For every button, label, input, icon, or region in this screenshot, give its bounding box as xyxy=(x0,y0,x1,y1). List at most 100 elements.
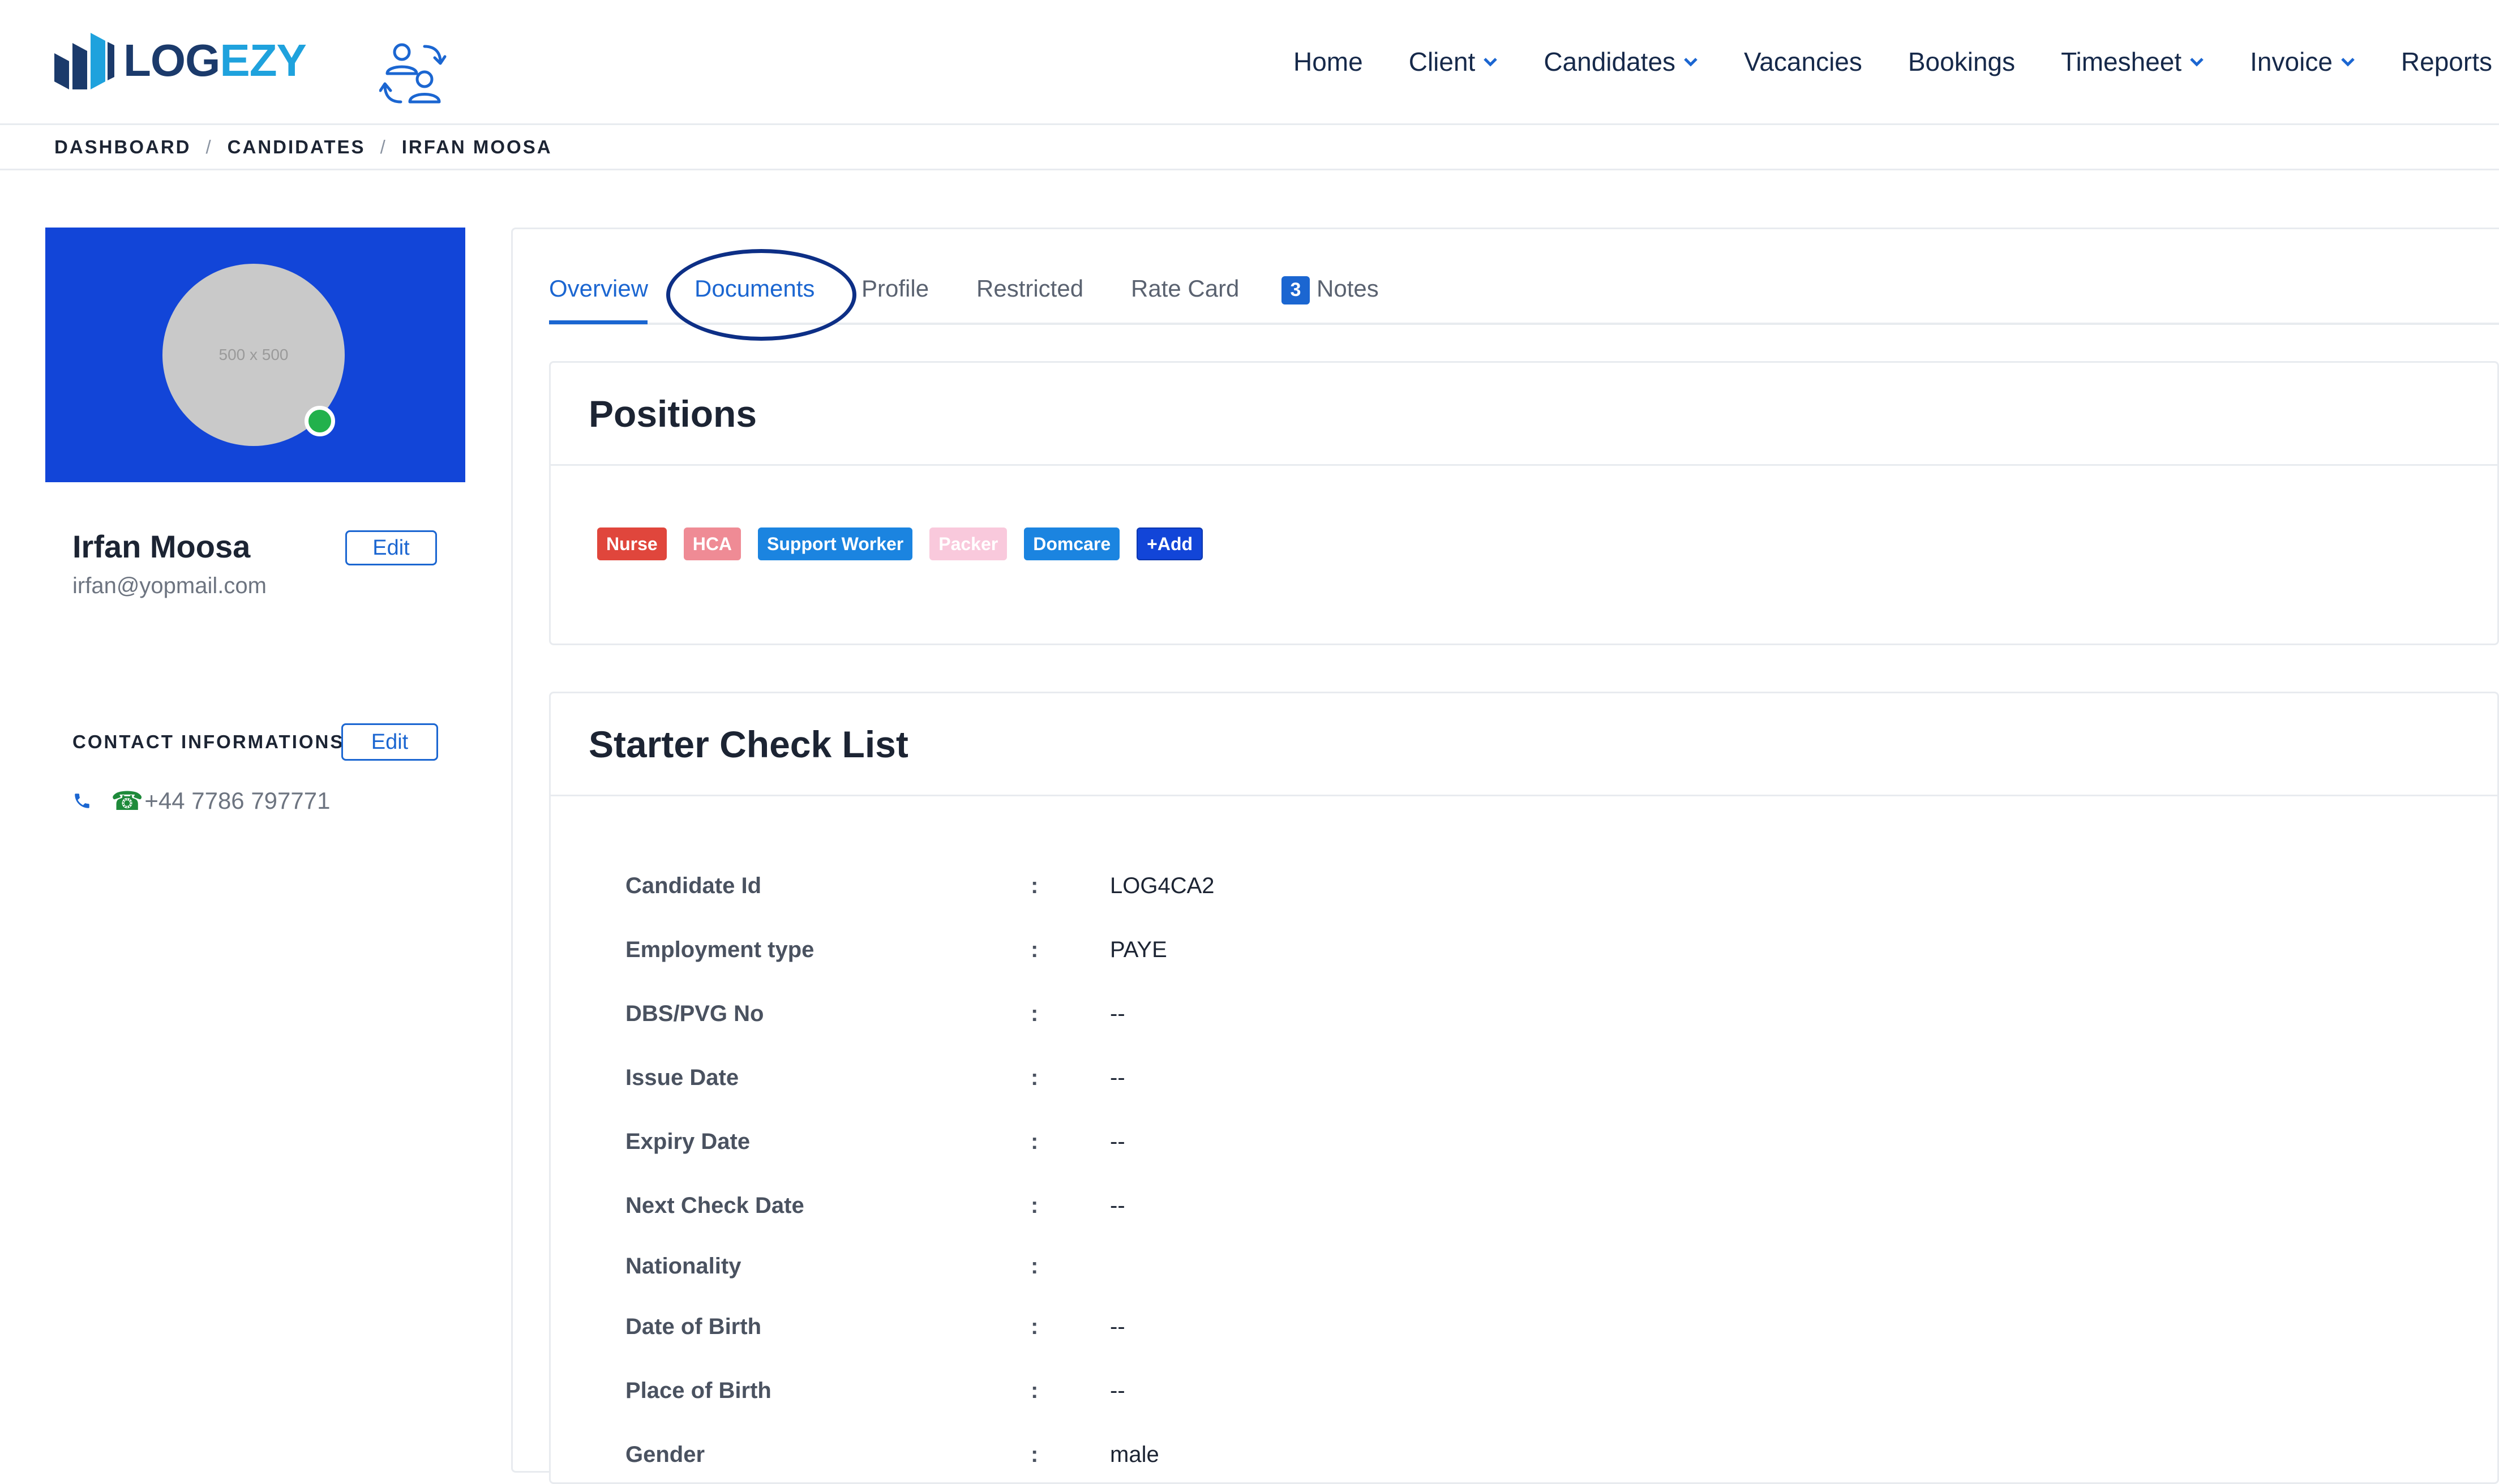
chevron-down-icon xyxy=(2190,58,2204,67)
tab-notes-label: Notes xyxy=(1317,275,1379,302)
row-colon: : xyxy=(1031,1193,1039,1218)
logo-text-ezy: EZY xyxy=(220,35,307,85)
starter-checklist-card: Starter Check List Candidate Id: LOG4CA2 … xyxy=(549,692,2499,1484)
profile-cover: 500 x 500 xyxy=(45,228,465,482)
online-status-indicator xyxy=(305,406,335,436)
tab-rate-card[interactable]: Rate Card xyxy=(1131,275,1239,302)
row-label: Date of Birth xyxy=(625,1314,761,1339)
tab-notes[interactable]: 3 Notes xyxy=(1281,275,1379,304)
row-label: Place of Birth xyxy=(625,1378,771,1403)
nav-label: Home xyxy=(1293,47,1363,76)
row-label: Issue Date xyxy=(625,1065,739,1090)
nav-home[interactable]: Home xyxy=(1293,46,1363,77)
row-colon: : xyxy=(1031,1253,1039,1279)
row-value: -- xyxy=(1110,1314,1125,1339)
candidate-tabs: Overview Documents Profile Restricted Ra… xyxy=(549,256,2499,325)
candidate-name: Irfan Moosa xyxy=(72,529,251,564)
breadcrumb-current: IRFAN MOOSA xyxy=(401,136,552,157)
telephone-icon: ☎ xyxy=(111,786,144,816)
avatar-placeholder-text: 500 x 500 xyxy=(218,346,289,363)
nav-label: Bookings xyxy=(1908,47,2016,76)
edit-profile-button[interactable]: Edit xyxy=(345,530,437,565)
position-tag-packer[interactable]: Packer xyxy=(929,527,1008,560)
row-colon: : xyxy=(1031,937,1039,962)
position-tag-nurse[interactable]: Nurse xyxy=(597,527,667,560)
breadcrumb: DASHBOARD / CANDIDATES / IRFAN MOOSA xyxy=(0,125,2499,170)
switch-user-icon[interactable] xyxy=(379,40,447,110)
checklist-row-nationality: Nationality: xyxy=(625,1249,1110,1283)
chevron-down-icon xyxy=(1484,58,1498,67)
tab-overview[interactable]: Overview xyxy=(549,275,648,302)
row-label: Nationality xyxy=(625,1253,741,1279)
checklist-row-dbs-pvg-no: DBS/PVG No: -- xyxy=(625,997,1125,1031)
position-tags: Nurse HCA Support Worker Packer Domcare … xyxy=(597,527,1220,560)
logezy-logo[interactable]: LOGEZY xyxy=(51,29,307,92)
row-value: male xyxy=(1110,1442,1159,1467)
row-value: -- xyxy=(1110,1001,1125,1026)
checklist-row-expiry-date: Expiry Date: -- xyxy=(625,1125,1125,1159)
nav-label: Invoice xyxy=(2250,47,2333,76)
row-colon: : xyxy=(1031,1065,1039,1090)
logo-text-log: LOG xyxy=(123,35,220,85)
nav-label: Client xyxy=(1408,47,1476,76)
checklist-row-date-of-birth: Date of Birth: -- xyxy=(625,1310,1125,1344)
edit-contact-button[interactable]: Edit xyxy=(341,723,438,761)
phone-icon xyxy=(75,794,89,808)
position-tag-support-worker[interactable]: Support Worker xyxy=(758,527,913,560)
row-colon: : xyxy=(1031,1129,1039,1154)
contact-informations-heading: CONTACT INFORMATIONS xyxy=(72,731,345,752)
notes-count-badge: 3 xyxy=(1281,276,1310,304)
nav-label: Vacancies xyxy=(1744,47,1862,76)
phone-row: ☎ +44 7786 797771 xyxy=(72,786,330,816)
nav-vacancies[interactable]: Vacancies xyxy=(1744,46,1862,77)
active-tab-indicator xyxy=(549,320,648,324)
candidate-email: irfan@yopmail.com xyxy=(72,573,267,598)
chevron-down-icon xyxy=(2341,58,2355,67)
nav-invoice[interactable]: Invoice xyxy=(2250,46,2355,77)
row-colon: : xyxy=(1031,1001,1039,1026)
nav-reports[interactable]: Reports xyxy=(2401,46,2492,77)
positions-title: Positions xyxy=(551,363,2497,466)
tab-documents[interactable]: Documents xyxy=(695,275,815,302)
breadcrumb-dashboard[interactable]: DASHBOARD xyxy=(54,136,191,158)
checklist-title: Starter Check List xyxy=(551,693,2497,796)
nav-client[interactable]: Client xyxy=(1409,46,1498,77)
row-label: Next Check Date xyxy=(625,1193,804,1218)
position-tag-hca[interactable]: HCA xyxy=(683,527,741,560)
row-colon: : xyxy=(1031,873,1039,898)
chevron-down-icon xyxy=(1684,58,1698,67)
nav-candidates[interactable]: Candidates xyxy=(1544,46,1698,77)
row-value: -- xyxy=(1110,1193,1125,1218)
checklist-row-employment-type: Employment type: PAYE xyxy=(625,933,1167,967)
tab-restricted[interactable]: Restricted xyxy=(976,275,1083,302)
nav-label: Candidates xyxy=(1544,47,1676,76)
checklist-row-next-check-date: Next Check Date: -- xyxy=(625,1189,1125,1223)
nav-label: Timesheet xyxy=(2061,47,2182,76)
checklist-row-candidate-id: Candidate Id: LOG4CA2 xyxy=(625,869,1215,903)
row-value: LOG4CA2 xyxy=(1110,873,1215,898)
row-colon: : xyxy=(1031,1378,1039,1403)
row-colon: : xyxy=(1031,1442,1039,1467)
row-value: -- xyxy=(1110,1378,1125,1403)
nav-label: Reports xyxy=(2401,47,2492,76)
row-label: Employment type xyxy=(625,937,815,962)
breadcrumb-separator: / xyxy=(380,136,387,157)
checklist-row-issue-date: Issue Date: -- xyxy=(625,1061,1125,1095)
row-value: PAYE xyxy=(1110,937,1167,962)
top-header: LOGEZY Home Client Candidates Vacancies … xyxy=(0,0,2499,125)
positions-card: Positions Nurse HCA Support Worker Packe… xyxy=(549,361,2499,645)
nav-bookings[interactable]: Bookings xyxy=(1908,46,2015,77)
breadcrumb-separator: / xyxy=(205,136,213,157)
row-label: Gender xyxy=(625,1442,705,1467)
tab-profile[interactable]: Profile xyxy=(861,275,929,302)
breadcrumb-candidates[interactable]: CANDIDATES xyxy=(228,136,366,158)
row-label: Candidate Id xyxy=(625,873,762,898)
phone-number[interactable]: +44 7786 797771 xyxy=(144,787,330,814)
nav-timesheet[interactable]: Timesheet xyxy=(2061,46,2204,77)
position-tag-domcare[interactable]: Domcare xyxy=(1024,527,1120,560)
row-label: DBS/PVG No xyxy=(625,1001,764,1026)
row-colon: : xyxy=(1031,1314,1039,1339)
add-position-button[interactable]: +Add xyxy=(1137,527,1203,560)
checklist-row-gender: Gender: male xyxy=(625,1438,1159,1472)
main-nav: Home Client Candidates Vacancies Booking… xyxy=(1293,0,2499,123)
